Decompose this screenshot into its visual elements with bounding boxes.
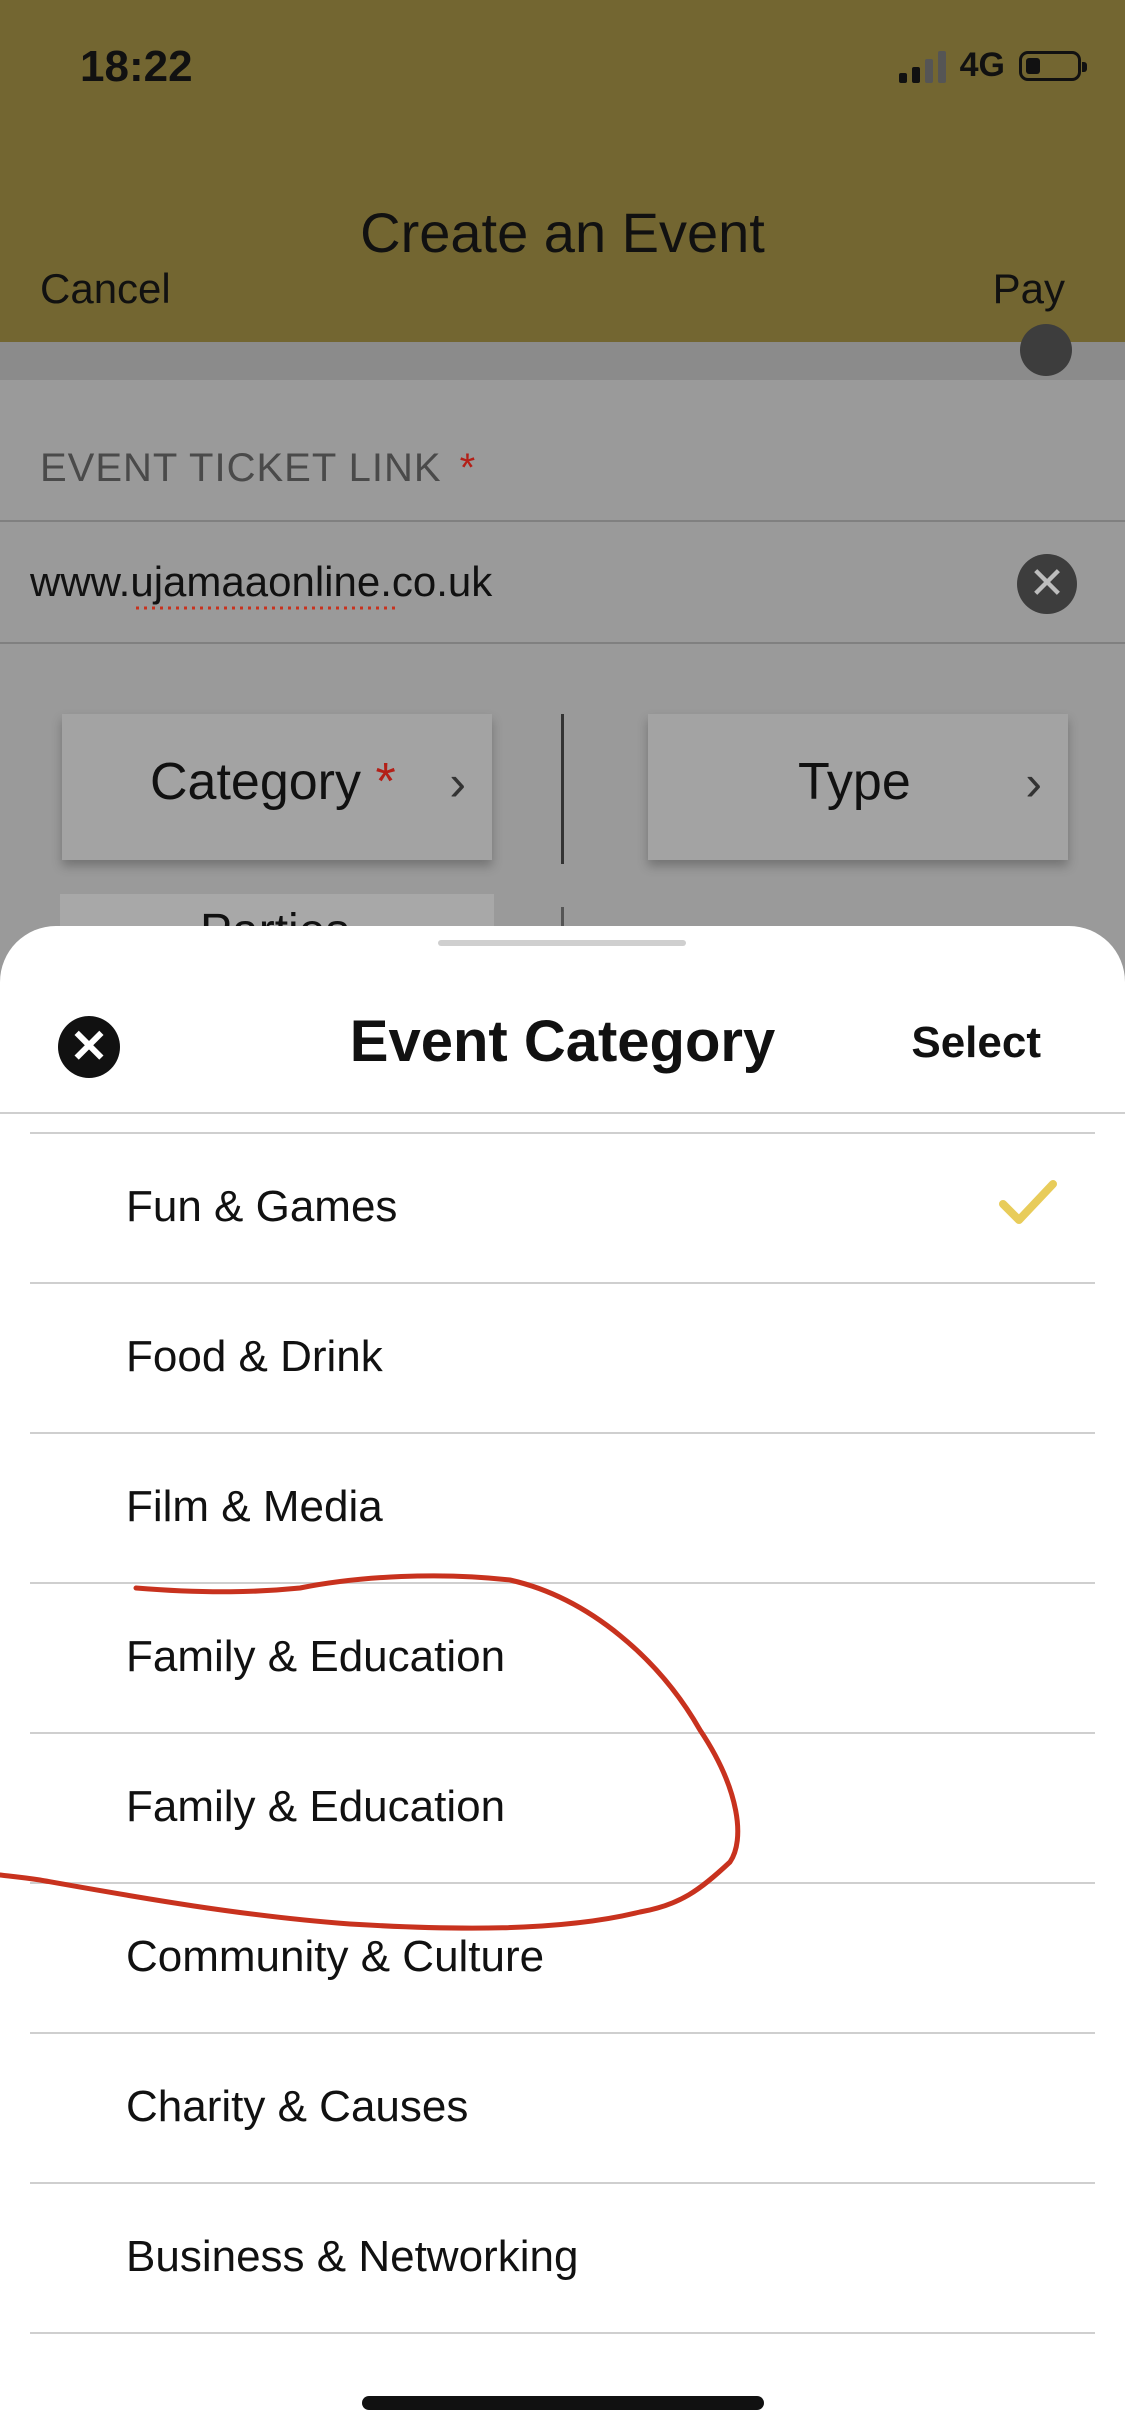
list-item[interactable]: Food & Drink — [30, 1284, 1095, 1434]
category-label: Category * — [150, 752, 396, 812]
ticket-link-field[interactable]: www.ujamaaonline.co.uk ✕ — [0, 520, 1125, 644]
select-button[interactable]: Select — [911, 1018, 1041, 1068]
close-circle-icon[interactable]: ✕ — [1017, 554, 1077, 614]
cancel-button[interactable]: Cancel — [40, 265, 171, 313]
list-item-label: Community & Culture — [126, 1932, 545, 1981]
category-label-text: Category — [150, 753, 361, 811]
close-circle-icon[interactable] — [1020, 324, 1072, 376]
list-item-label: Film & Media — [126, 1482, 383, 1531]
required-marker: * — [375, 753, 396, 811]
type-button[interactable]: Type › — [648, 714, 1068, 860]
pay-button[interactable]: Pay — [993, 265, 1065, 313]
list-item-label: Business & Networking — [126, 2232, 579, 2281]
status-bar: 18:22 4G — [0, 0, 1125, 140]
list-item[interactable]: Community & Culture — [30, 1884, 1095, 2034]
list-item-label: Charity & Causes — [126, 2082, 469, 2131]
home-indicator — [362, 2396, 764, 2410]
chevron-right-icon: › — [449, 755, 466, 811]
ticket-link-label: EVENT TICKET LINK * — [40, 446, 476, 491]
sheet-grabber[interactable] — [438, 940, 686, 946]
ticket-link-input[interactable]: www.ujamaaonline.co.uk — [30, 558, 492, 610]
list-item[interactable]: Fun & Games — [30, 1134, 1095, 1284]
divider — [0, 1112, 1125, 1114]
battery-icon — [1019, 50, 1087, 81]
signal-icon — [898, 49, 946, 83]
previous-field-strip — [0, 342, 1125, 380]
divider — [561, 714, 564, 864]
list-item-label: Family & Education — [126, 1782, 506, 1831]
event-category-sheet: ✕ Event Category Select Fun & Games Food… — [0, 926, 1125, 2436]
status-indicators: 4G — [898, 46, 1087, 85]
list-item[interactable]: Family & Education — [30, 1734, 1095, 1884]
checkmark-icon — [999, 1180, 1057, 1224]
required-marker: * — [459, 446, 477, 490]
page-title: Create an Event — [360, 201, 765, 264]
list-item-label: Family & Education — [126, 1632, 506, 1681]
ticket-link-label-text: EVENT TICKET LINK — [40, 446, 442, 490]
list-item-label: Food & Drink — [126, 1332, 383, 1381]
category-list: Fun & Games Food & Drink Film & Media Fa… — [30, 1134, 1095, 2334]
type-label: Type — [798, 753, 911, 811]
list-item[interactable]: Family & Education — [30, 1584, 1095, 1734]
category-button[interactable]: Category * › — [62, 714, 492, 860]
list-item[interactable]: Charity & Causes — [30, 2034, 1095, 2184]
spellcheck-underline-icon — [136, 606, 398, 610]
navigation-bar: Create an Event Cancel Pay — [0, 140, 1125, 342]
list-item[interactable]: Business & Networking — [30, 2184, 1095, 2334]
status-time: 18:22 — [80, 42, 193, 91]
list-item[interactable]: Film & Media — [30, 1434, 1095, 1584]
chevron-right-icon: › — [1025, 755, 1042, 811]
list-item-label: Fun & Games — [126, 1182, 398, 1231]
network-type: 4G — [959, 46, 1005, 84]
